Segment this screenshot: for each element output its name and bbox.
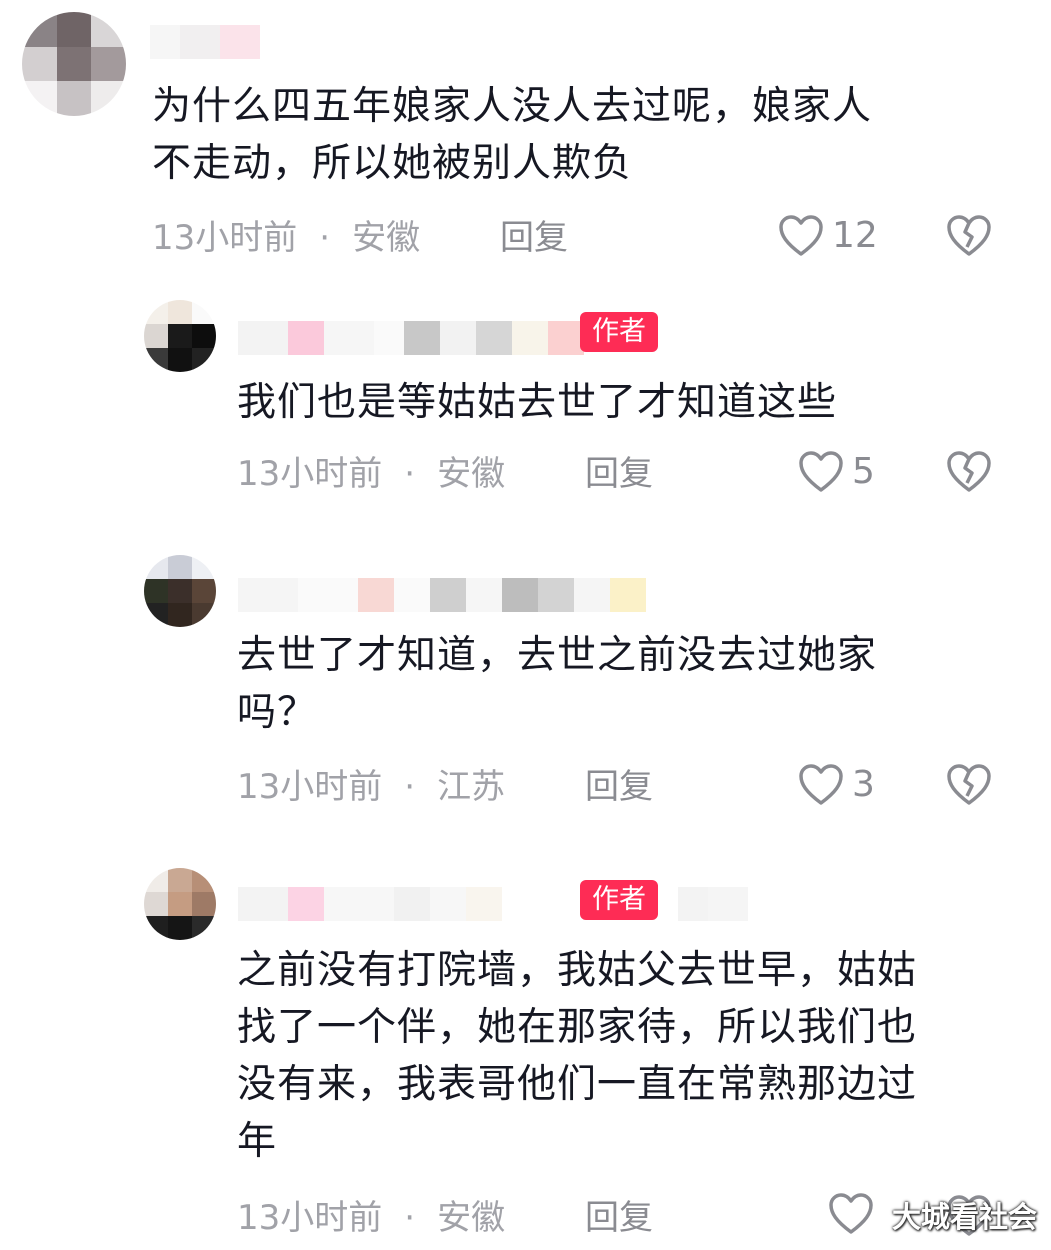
username-redacted[interactable] bbox=[238, 575, 646, 615]
ip-region: 江苏 bbox=[437, 767, 506, 807]
timestamp: 13小时前 bbox=[152, 218, 298, 258]
comment-meta: 13小时前 · 安徽 bbox=[237, 1194, 505, 1242]
watermark: 大城看社会 bbox=[891, 1200, 1037, 1234]
comment-text: 之前没有打院墙，我姑父去世早，姑姑 找了一个伴，她在那家待，所以我们也 没有来，… bbox=[237, 948, 918, 1164]
username-redacted-suffix bbox=[678, 884, 748, 924]
reply-button[interactable]: 回复 bbox=[585, 450, 653, 498]
like-button[interactable]: 12 bbox=[778, 212, 878, 260]
comment-meta: 13小时前 · 江苏 bbox=[237, 763, 505, 811]
dislike-button[interactable] bbox=[946, 214, 992, 262]
heart-outline-icon bbox=[799, 764, 843, 805]
dislike-button[interactable] bbox=[946, 763, 992, 811]
heart-outline-icon bbox=[779, 215, 823, 256]
separator-dot: · bbox=[404, 1198, 416, 1238]
avatar[interactable] bbox=[22, 12, 126, 116]
reply-button[interactable]: 回复 bbox=[585, 763, 653, 811]
comment-1: 为什么四五年娘家人没人去过呢，娘家人 不走动，所以她被别人欺负 13小时前 · 安徽… bbox=[0, 0, 1051, 270]
like-button[interactable]: 5 bbox=[798, 448, 875, 496]
author-badge: 作者 bbox=[580, 312, 658, 352]
like-count: 3 bbox=[852, 764, 875, 805]
reply-button[interactable]: 回复 bbox=[500, 214, 568, 262]
broken-heart-icon bbox=[947, 764, 991, 805]
reply-comment-2: 去世了才知道，去世之前没去过她家 吗？ 13小时前 · 江苏 回复 3 bbox=[0, 545, 1051, 835]
like-count: 5 bbox=[852, 451, 875, 492]
reply-comment-1: 作者 我们也是等姑姑去世了才知道这些 13小时前 · 安徽 回复 5 bbox=[0, 290, 1051, 530]
dislike-button[interactable] bbox=[946, 450, 992, 498]
reply-button[interactable]: 回复 bbox=[585, 1194, 653, 1242]
like-count: 12 bbox=[832, 215, 878, 256]
username-redacted[interactable] bbox=[238, 884, 502, 924]
like-button[interactable] bbox=[828, 1192, 882, 1236]
broken-heart-icon bbox=[947, 215, 991, 256]
comment-text: 我们也是等姑姑去世了才知道这些 bbox=[237, 380, 838, 425]
separator-dot: · bbox=[404, 767, 416, 807]
heart-outline-icon bbox=[829, 1193, 873, 1234]
separator-dot: · bbox=[319, 218, 331, 258]
ip-region: 安徽 bbox=[437, 1198, 506, 1238]
avatar[interactable] bbox=[144, 555, 216, 627]
comment-meta: 13小时前 · 安徽 bbox=[237, 450, 505, 498]
username-redacted[interactable] bbox=[150, 22, 260, 62]
separator-dot: · bbox=[404, 454, 416, 494]
comment-text: 去世了才知道，去世之前没去过她家 吗？ bbox=[237, 633, 878, 735]
comment-meta: 13小时前 · 安徽 bbox=[152, 214, 420, 262]
comment-text: 为什么四五年娘家人没人去过呢，娘家人 不走动，所以她被别人欺负 bbox=[152, 84, 873, 186]
reply-comment-3: 作者 之前没有打院墙，我姑父去世早，姑姑 找了一个伴，她在那家待，所以我们也 没… bbox=[0, 858, 1051, 1250]
avatar[interactable] bbox=[144, 300, 216, 372]
timestamp: 13小时前 bbox=[237, 454, 383, 494]
heart-outline-icon bbox=[799, 451, 843, 492]
username-redacted[interactable] bbox=[238, 318, 584, 358]
like-button[interactable]: 3 bbox=[798, 761, 875, 809]
ip-region: 安徽 bbox=[437, 454, 506, 494]
avatar[interactable] bbox=[144, 868, 216, 940]
timestamp: 13小时前 bbox=[237, 767, 383, 807]
broken-heart-icon bbox=[947, 451, 991, 492]
ip-region: 安徽 bbox=[352, 218, 421, 258]
author-badge: 作者 bbox=[580, 880, 658, 920]
timestamp: 13小时前 bbox=[237, 1198, 383, 1238]
